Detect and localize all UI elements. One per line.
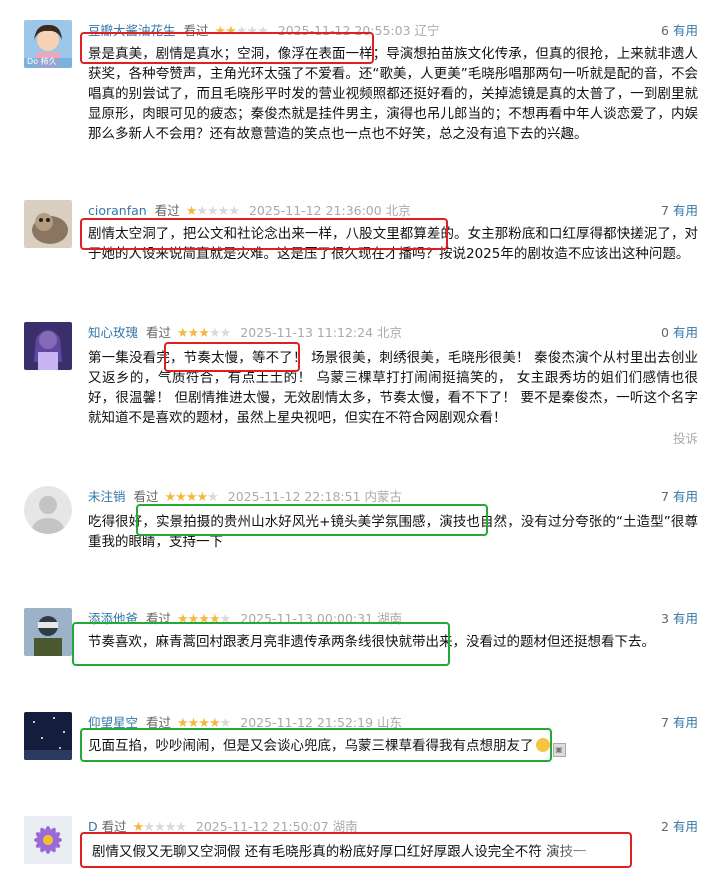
star-empty-icon: ★ xyxy=(196,204,208,219)
star-filled-icon: ★ xyxy=(187,326,200,341)
useful-vote[interactable]: 6 有用 xyxy=(661,20,698,39)
useful-vote[interactable]: 0 有用 xyxy=(661,322,698,341)
username-link[interactable]: cioranfan xyxy=(88,203,147,218)
useful-vote[interactable]: 7 有用 xyxy=(661,712,698,731)
review-meta: cioranfan 看过 ★★★★★ 2025-11-12 21:36:00 北… xyxy=(88,200,411,220)
watch-status: 看过 xyxy=(133,489,159,504)
review-time: 2025-11-12 21:36:00 北京 xyxy=(248,203,411,218)
highlight-box xyxy=(80,728,552,762)
avatar[interactable]: Do 柿久 xyxy=(24,20,72,68)
star-filled-icon: ★ xyxy=(185,204,198,219)
sticker-icon: ▣ xyxy=(552,743,566,757)
review-item: 知心玫瑰 看过 ★★★★★ 2025-11-13 11:12:24 北京 0 有… xyxy=(0,322,708,452)
highlight-box xyxy=(136,504,488,536)
username-link[interactable]: 未注销 xyxy=(88,489,126,504)
star-filled-icon: ★ xyxy=(177,326,189,341)
highlight-box xyxy=(164,342,300,372)
useful-vote[interactable]: 7 有用 xyxy=(661,486,698,505)
avatar[interactable] xyxy=(24,712,72,760)
star-filled-icon: ★ xyxy=(196,490,208,505)
review-item: Do 柿久 豆瓣大酱油花生 看过 ★★★★★ 2025-11-12 20:55:… xyxy=(0,20,708,170)
avatar[interactable] xyxy=(24,816,72,864)
highlight-box xyxy=(80,832,632,868)
review-item: 添添他爸 看过 ★★★★★ 2025-11-13 00:00:31 湖南 3 有… xyxy=(0,608,708,668)
avatar-caption: Do 柿久 xyxy=(27,57,57,66)
avatar[interactable] xyxy=(24,486,72,534)
report-link[interactable]: 投诉 xyxy=(673,428,698,447)
review-item: 未注销 看过 ★★★★★ 2025-11-12 22:18:51 内蒙古 7 有… xyxy=(0,486,708,556)
star-filled-icon: ★ xyxy=(175,490,187,505)
watch-status: 看过 xyxy=(146,325,172,340)
highlight-box xyxy=(80,218,448,250)
star-rating: ★★★★★ xyxy=(177,326,232,341)
star-filled-icon: ★ xyxy=(185,490,198,505)
star-filled-icon: ★ xyxy=(164,490,177,505)
username-link[interactable]: 知心玫瑰 xyxy=(88,325,138,340)
review-item: D 看过 ★★★★★ 2025-11-12 21:50:07 湖南 2 有用 剧… xyxy=(0,816,708,890)
star-empty-icon: ★ xyxy=(207,204,219,219)
review-meta: 未注销 看过 ★★★★★ 2025-11-12 22:18:51 内蒙古 xyxy=(88,486,402,506)
useful-vote[interactable]: 3 有用 xyxy=(661,608,698,627)
avatar[interactable] xyxy=(24,608,72,656)
star-empty-icon: ★ xyxy=(228,204,240,219)
star-filled-icon: ★ xyxy=(198,326,210,341)
review-time: 2025-11-13 11:12:24 北京 xyxy=(240,325,403,340)
highlight-box xyxy=(72,622,450,666)
review-item: 仰望星空 看过 ★★★★★ 2025-11-12 21:52:19 山东 7 有… xyxy=(0,712,708,772)
star-empty-icon: ★ xyxy=(219,326,232,341)
useful-vote[interactable]: 2 有用 xyxy=(661,816,698,835)
avatar[interactable] xyxy=(24,322,72,370)
review-meta: 知心玫瑰 看过 ★★★★★ 2025-11-13 11:12:24 北京 xyxy=(88,322,402,342)
star-empty-icon: ★ xyxy=(208,326,221,341)
review-time: 2025-11-12 22:18:51 内蒙古 xyxy=(227,489,403,504)
highlight-box xyxy=(80,32,374,64)
star-empty-icon: ★ xyxy=(207,490,219,505)
useful-vote[interactable]: 7 有用 xyxy=(661,200,698,219)
star-empty-icon: ★ xyxy=(217,204,230,219)
avatar[interactable] xyxy=(24,200,72,248)
review-item: cioranfan 看过 ★★★★★ 2025-11-12 21:36:00 北… xyxy=(0,200,708,270)
star-rating: ★★★★★ xyxy=(185,204,240,219)
star-rating: ★★★★★ xyxy=(164,490,219,505)
watch-status: 看过 xyxy=(154,203,180,218)
